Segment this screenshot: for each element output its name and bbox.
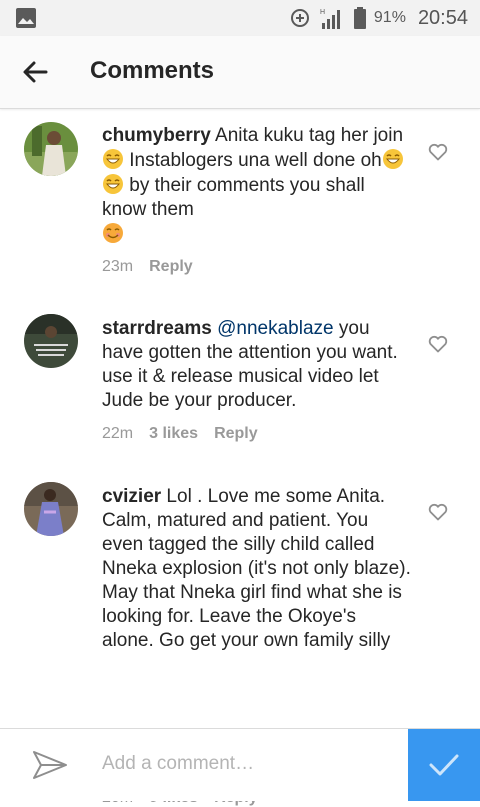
data-saver-icon — [290, 9, 309, 27]
comment-body: Instablogers una well done oh — [124, 150, 382, 171]
status-bar: H 91% 20:54 — [0, 0, 480, 36]
battery-percentage: 91% — [373, 9, 406, 26]
avatar[interactable] — [24, 482, 78, 536]
send-icon[interactable] — [32, 749, 68, 781]
smiling-emoji-icon — [103, 223, 123, 243]
comment-username[interactable]: cvizier — [102, 486, 161, 507]
reply-button[interactable]: Reply — [214, 425, 258, 443]
battery-icon — [353, 7, 366, 29]
comment-body: Lol . Love me some Anita. Calm, matured … — [102, 486, 411, 651]
heart-icon[interactable] — [428, 335, 448, 353]
comment-body: by their comments you shall know them — [102, 175, 365, 220]
comment-time: 22m — [102, 425, 134, 442]
svg-text:H: H — [320, 9, 325, 16]
grinning-emoji-icon — [103, 174, 123, 194]
page-title: Comments — [90, 57, 215, 84]
checkmark-icon — [429, 754, 459, 776]
comment-input[interactable] — [92, 747, 412, 781]
gallery-icon — [16, 8, 36, 28]
comment-text: chumyberry Anita kuku tag her join Insta… — [102, 124, 412, 247]
heart-icon[interactable] — [428, 143, 448, 161]
comment-username[interactable]: starrdreams — [102, 318, 212, 339]
grinning-emoji-icon — [103, 149, 123, 169]
comment-meta: 23m Reply — [102, 258, 193, 276]
comment-username[interactable]: chumyberry — [102, 125, 211, 146]
mention-link[interactable]: @nnekablaze — [217, 318, 333, 339]
comment-input-bar — [0, 728, 480, 801]
comment-time: 23m — [102, 258, 134, 275]
post-comment-button[interactable] — [408, 729, 480, 801]
avatar[interactable] — [24, 122, 78, 176]
app-bar: Comments — [0, 36, 480, 109]
avatar[interactable] — [24, 314, 78, 368]
comment-text: cvizier Lol . Love me some Anita. Calm, … — [102, 485, 412, 653]
signal-icon: H — [320, 9, 340, 29]
comment-body: Anita kuku tag her join — [215, 125, 404, 146]
back-arrow-icon[interactable] — [16, 54, 56, 90]
grinning-emoji-icon — [382, 149, 403, 169]
clock: 20:54 — [417, 6, 468, 29]
reply-button[interactable]: Reply — [149, 258, 193, 276]
comment-meta: 22m 3 likes Reply — [102, 425, 258, 443]
heart-icon[interactable] — [428, 503, 448, 521]
likes-count[interactable]: 3 likes — [149, 425, 198, 443]
comment-text: starrdreams @nnekablaze you have gotten … — [102, 317, 412, 413]
